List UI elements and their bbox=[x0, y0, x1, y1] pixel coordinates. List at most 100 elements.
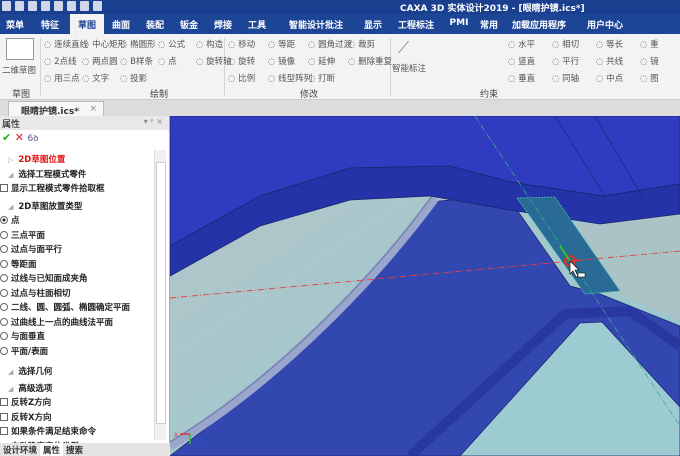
tab-5[interactable]: 钣金 bbox=[172, 14, 206, 34]
radio[interactable] bbox=[0, 230, 8, 239]
tab-2[interactable]: 草图 bbox=[70, 14, 104, 34]
radio[interactable] bbox=[0, 332, 8, 340]
save-icon[interactable] bbox=[54, 1, 63, 11]
tab-6[interactable]: 焊接 bbox=[206, 14, 240, 34]
section-place_type[interactable]: ◢ 2D草图放置类型 bbox=[8, 200, 82, 212]
draw_group-item-12[interactable]: ◌ 投影 bbox=[120, 72, 147, 84]
sketch-icon[interactable] bbox=[6, 38, 34, 60]
radio-option[interactable]: 点 bbox=[0, 214, 20, 226]
tab-4[interactable]: 装配 bbox=[138, 14, 172, 34]
radio[interactable] bbox=[0, 288, 8, 297]
radio[interactable] bbox=[0, 303, 8, 311]
checkbox-option[interactable]: 如果条件满足结束命令 bbox=[0, 425, 96, 437]
panel-scrollbar[interactable] bbox=[154, 150, 166, 440]
draw_group-item-3[interactable]: ◌ 公式 bbox=[158, 38, 185, 50]
open-icon[interactable] bbox=[28, 1, 37, 11]
radio-option[interactable]: 平面/表面 bbox=[0, 345, 48, 357]
tab-1[interactable]: 特征 bbox=[30, 14, 70, 34]
draw_group-item-10[interactable]: ◌ 用三点 bbox=[44, 72, 80, 84]
radio-option[interactable]: 过点与柱面相切 bbox=[0, 287, 71, 299]
draw_group-item-7[interactable]: ◌ B样条 bbox=[120, 55, 153, 67]
checkbox-option[interactable]: 反转Z方向 bbox=[0, 396, 51, 408]
checkbox-show-pick-box[interactable]: 显示工程模式零件拾取框 bbox=[0, 182, 105, 194]
draw_group-item-2[interactable]: ◌ 椭圆形 bbox=[120, 38, 156, 50]
close-icon[interactable]: × bbox=[89, 104, 97, 114]
radio-option[interactable]: 等距面 bbox=[0, 258, 37, 270]
constraint_group-item-3[interactable]: ◌ 重 bbox=[640, 38, 659, 50]
constraint_group-item-0[interactable]: ◌ 水平 bbox=[508, 38, 535, 50]
radio[interactable] bbox=[0, 245, 8, 253]
3d-viewport[interactable]: X Z bbox=[170, 116, 680, 456]
modify_group-item-2[interactable]: ◌ 圆角过渡 bbox=[308, 38, 352, 50]
draw_group-item-9[interactable]: ◌ 旋转轴 bbox=[196, 55, 232, 67]
constraint_group-item-2[interactable]: ◌ 等长 bbox=[596, 38, 623, 50]
constraint_group-item-4[interactable]: ◌ 竖直 bbox=[508, 55, 535, 67]
modify_group-item-9[interactable]: ◌ 线型阵列 bbox=[268, 72, 312, 84]
modify_group-item-3[interactable]: ◌ 裁剪 bbox=[348, 38, 375, 50]
section-advanced[interactable]: ◢ 高级选项 bbox=[8, 382, 52, 394]
preview-icon[interactable]: 6ꝺ bbox=[27, 134, 38, 144]
radio[interactable] bbox=[0, 317, 8, 326]
smart-dimension-button[interactable]: 智能标注 bbox=[392, 62, 426, 74]
checkbox[interactable] bbox=[0, 427, 8, 435]
tab-14[interactable]: 用户中心 bbox=[574, 14, 636, 34]
tab-3[interactable]: 曲面 bbox=[104, 14, 138, 34]
radio-option[interactable]: 与面垂直 bbox=[0, 330, 45, 342]
checkbox[interactable] bbox=[0, 184, 8, 192]
smart-dimension-icon[interactable]: ⟋ bbox=[398, 38, 409, 58]
render-icon[interactable] bbox=[93, 1, 102, 11]
tab-8[interactable]: 智能设计批注 bbox=[274, 14, 358, 34]
constraint_group-item-10[interactable]: ◌ 中点 bbox=[596, 72, 623, 84]
draw_group-item-11[interactable]: ◌ 文字 bbox=[82, 72, 109, 84]
folder-icon[interactable] bbox=[41, 1, 50, 11]
constraint_group-item-7[interactable]: ◌ 镜 bbox=[640, 55, 659, 67]
radio[interactable] bbox=[0, 274, 8, 282]
radio[interactable] bbox=[0, 346, 8, 355]
modify_group-item-7[interactable]: ◌ 删除重复 bbox=[348, 55, 392, 67]
constraint_group-item-9[interactable]: ◌ 同轴 bbox=[552, 72, 579, 84]
checkbox[interactable] bbox=[0, 412, 8, 421]
tab-11[interactable]: PMI bbox=[444, 14, 474, 34]
radio-option[interactable]: 过线与已知面成夹角 bbox=[0, 272, 88, 284]
bottom-tab-1[interactable]: 属性 bbox=[40, 443, 64, 456]
draw_group-item-5[interactable]: ◌ 2点线 bbox=[44, 55, 77, 67]
section-select_geom[interactable]: ◢ 选择几何 bbox=[8, 365, 52, 377]
tab-9[interactable]: 显示 bbox=[358, 14, 388, 34]
undo-icon[interactable] bbox=[67, 1, 76, 11]
radio-option[interactable]: 三点平面 bbox=[0, 229, 45, 241]
tab-10[interactable]: 工程标注 bbox=[388, 14, 444, 34]
panel-controls[interactable]: ▾ ᵖ × bbox=[144, 117, 163, 126]
constraint_group-item-1[interactable]: ◌ 相切 bbox=[552, 38, 579, 50]
radio-option[interactable]: 过点与面平行 bbox=[0, 243, 62, 255]
tab-12[interactable]: 常用 bbox=[474, 14, 504, 34]
app-icon[interactable] bbox=[2, 1, 11, 11]
tab-13[interactable]: 加载应用程序 bbox=[504, 14, 574, 34]
bottom-tab-0[interactable]: 设计环境 bbox=[0, 443, 40, 456]
draw_group-item-6[interactable]: ◌ 两点圆 bbox=[82, 55, 118, 67]
modify_group-item-4[interactable]: ◌ 旋转 bbox=[228, 55, 255, 67]
radio[interactable] bbox=[0, 259, 8, 268]
modify_group-item-5[interactable]: ◌ 镜像 bbox=[268, 55, 295, 67]
document-tab[interactable]: 眼睛护镜.ics* × bbox=[8, 101, 104, 117]
tab-7[interactable]: 工具 bbox=[240, 14, 274, 34]
modify_group-item-1[interactable]: ◌ 等距 bbox=[268, 38, 295, 50]
radio-option[interactable]: 二线、圆、圆弧、椭圆确定平面 bbox=[0, 301, 130, 313]
ok-icon[interactable]: ✔ bbox=[2, 131, 11, 144]
tab-0[interactable]: 菜单 bbox=[0, 14, 30, 34]
section-select_part[interactable]: ◢ 选择工程模式零件 bbox=[8, 168, 86, 180]
draw_group-item-4[interactable]: ◌ 构造 bbox=[196, 38, 223, 50]
bottom-tab-2[interactable]: 搜索 bbox=[63, 443, 86, 456]
checkbox[interactable] bbox=[0, 398, 8, 406]
section-position[interactable]: ▷ 2D草图位置 bbox=[8, 153, 65, 165]
radio-option[interactable]: 过曲线上一点的曲线法平面 bbox=[0, 316, 113, 328]
constraint_group-item-8[interactable]: ◌ 垂直 bbox=[508, 72, 535, 84]
modify_group-item-10[interactable]: ◌ 打断 bbox=[308, 72, 335, 84]
constraint_group-item-6[interactable]: ◌ 共线 bbox=[596, 55, 623, 67]
draw_group-item-8[interactable]: ◌ 点 bbox=[158, 55, 177, 67]
redo-icon[interactable] bbox=[80, 1, 89, 11]
cancel-icon[interactable]: ✕ bbox=[15, 131, 24, 144]
new-icon[interactable] bbox=[15, 1, 24, 11]
checkbox-option[interactable]: 反转X方向 bbox=[0, 411, 52, 423]
radio[interactable] bbox=[0, 216, 8, 224]
constraint_group-item-11[interactable]: ◌ 图 bbox=[640, 72, 659, 84]
